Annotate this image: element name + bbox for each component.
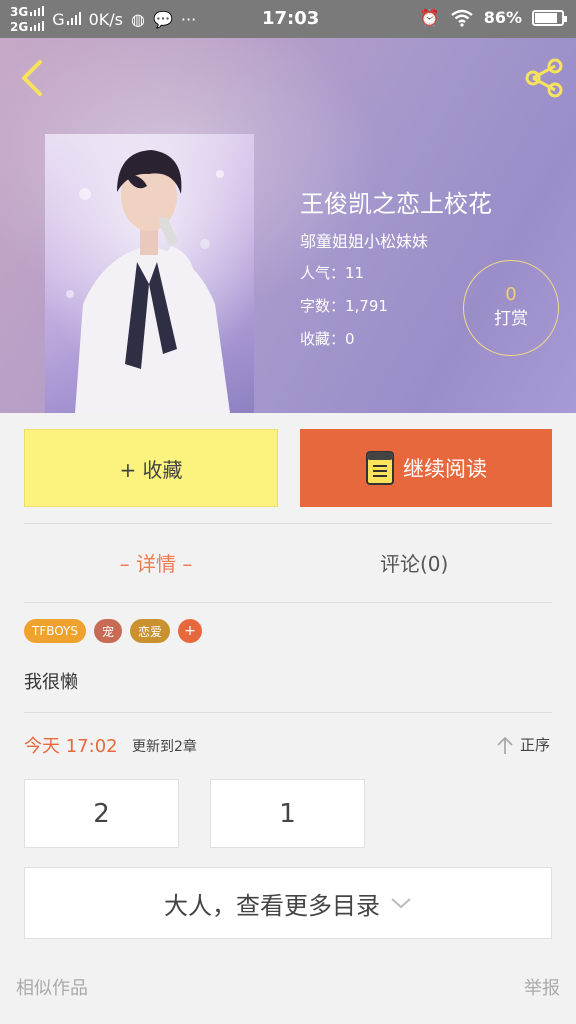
- tag-tfboys[interactable]: TFBOYS: [24, 619, 86, 643]
- battery-fill: [535, 12, 558, 23]
- sort-toggle[interactable]: 正序: [496, 734, 550, 755]
- browser-icon: ◍: [131, 9, 145, 29]
- report-link[interactable]: 举报: [524, 974, 560, 1000]
- network-2g: 2G: [10, 19, 45, 34]
- book-cover-image[interactable]: [45, 134, 254, 413]
- tip-label: 打赏: [494, 309, 528, 329]
- status-bar: 3G 2G G 0K/s ◍ 💬 ··· 17:03 ⏰ 86%: [0, 0, 576, 38]
- tip-count: 0: [505, 284, 517, 305]
- book-icon: [366, 451, 394, 485]
- similar-works-heading: 相似作品: [16, 978, 88, 999]
- carrier-signal: G: [52, 10, 81, 29]
- arrow-up-icon: [497, 736, 513, 754]
- singer-illustration: [45, 134, 254, 413]
- status-right: ⏰ 86%: [419, 8, 567, 27]
- collect-button[interactable]: + 收藏: [24, 429, 278, 507]
- tip-button[interactable]: 0 打赏: [463, 260, 559, 356]
- book-hero: 王俊凯之恋上校花 邬童姐姐小松妹妹 人气：11 字数：1,791 收藏：0 0 …: [0, 38, 576, 413]
- more-notifications: ···: [180, 9, 197, 29]
- update-status: 更新到2章: [132, 739, 197, 755]
- tag-chong[interactable]: 宠: [94, 619, 123, 643]
- tab-detail[interactable]: – 详情 –: [110, 548, 202, 577]
- status-left: 3G 2G G 0K/s ◍ 💬 ···: [10, 4, 196, 34]
- chapter-button[interactable]: 2: [24, 779, 179, 848]
- book-title: 王俊凯之恋上校花: [300, 190, 492, 218]
- share-icon: [525, 58, 563, 98]
- chapter-button[interactable]: 1: [210, 779, 365, 848]
- chevron-left-icon: [22, 60, 42, 96]
- share-button[interactable]: [522, 58, 566, 98]
- tab-comments[interactable]: 评论(0): [380, 548, 448, 577]
- wifi-icon: [450, 9, 473, 27]
- battery-icon: [532, 9, 567, 26]
- battery-percent: 86%: [483, 8, 522, 27]
- continue-reading-button[interactable]: 继续阅读: [300, 429, 552, 507]
- word-count-stat: 字数：1,791: [300, 297, 388, 315]
- continue-reading-label: 继续阅读: [403, 457, 487, 481]
- update-time: 今天 17:02: [24, 736, 118, 757]
- book-author[interactable]: 邬童姐姐小松妹妹: [300, 228, 428, 252]
- chevron-down-icon: [391, 898, 411, 909]
- wechat-icon: 💬: [152, 9, 173, 29]
- network-stack: 3G 2G: [10, 4, 45, 34]
- sort-label: 正序: [519, 736, 550, 754]
- network-3g: 3G: [10, 4, 45, 19]
- book-intro: 我很懒: [24, 672, 78, 693]
- favorites-stat: 收藏：0: [300, 330, 355, 348]
- more-toc-label: 大人，查看更多目录: [164, 891, 380, 920]
- divider: [24, 602, 552, 603]
- tag-romance[interactable]: 恋爱: [130, 619, 171, 643]
- tag-list: TFBOYS 宠 恋爱 +: [24, 619, 203, 643]
- clock: 17:03: [262, 8, 320, 29]
- add-tag-button[interactable]: +: [178, 619, 203, 643]
- divider: [24, 712, 552, 713]
- divider: [24, 523, 552, 524]
- back-button[interactable]: [14, 58, 50, 98]
- popularity-stat: 人气：11: [300, 264, 365, 282]
- alarm-icon: ⏰: [419, 8, 440, 27]
- more-toc-button[interactable]: 大人，查看更多目录: [24, 867, 552, 939]
- net-speed: 0K/s: [88, 9, 124, 29]
